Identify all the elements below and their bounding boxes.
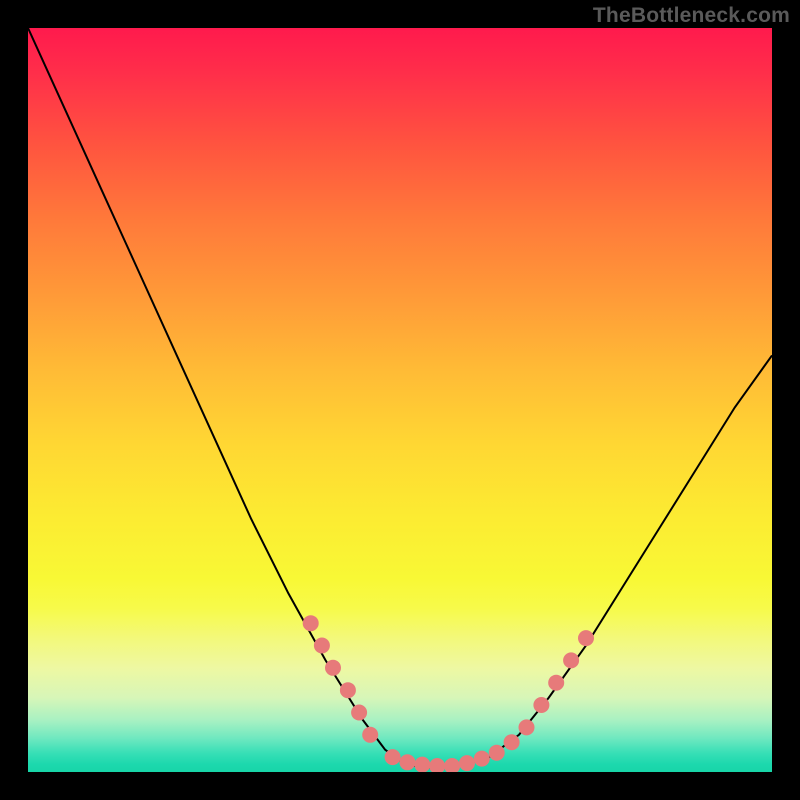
marker-left-3 <box>340 682 356 698</box>
marker-bottom-3 <box>429 758 445 772</box>
marker-left-2 <box>325 660 341 676</box>
marker-left-1 <box>314 638 330 654</box>
marker-right-0 <box>504 734 520 750</box>
marker-right-3 <box>548 675 564 691</box>
marker-right-1 <box>519 719 535 735</box>
watermark-text: TheBottleneck.com <box>593 4 790 28</box>
marker-bottom-4 <box>444 758 460 772</box>
marker-bottom-2 <box>414 757 430 772</box>
marker-left-0 <box>303 615 319 631</box>
marker-bottom-5 <box>459 755 475 771</box>
marker-right-5 <box>578 630 594 646</box>
marker-bottom-1 <box>399 754 415 770</box>
marker-bottom-7 <box>489 745 505 761</box>
marker-right-4 <box>563 652 579 668</box>
marker-right-2 <box>533 697 549 713</box>
curve-layer <box>28 28 772 772</box>
marker-left-4 <box>351 705 367 721</box>
marker-bottom-6 <box>474 751 490 767</box>
chart-frame: TheBottleneck.com <box>0 0 800 800</box>
bottleneck-curve <box>28 28 772 768</box>
plot-area <box>28 28 772 772</box>
marker-left-5 <box>362 727 378 743</box>
marker-bottom-0 <box>385 749 401 765</box>
